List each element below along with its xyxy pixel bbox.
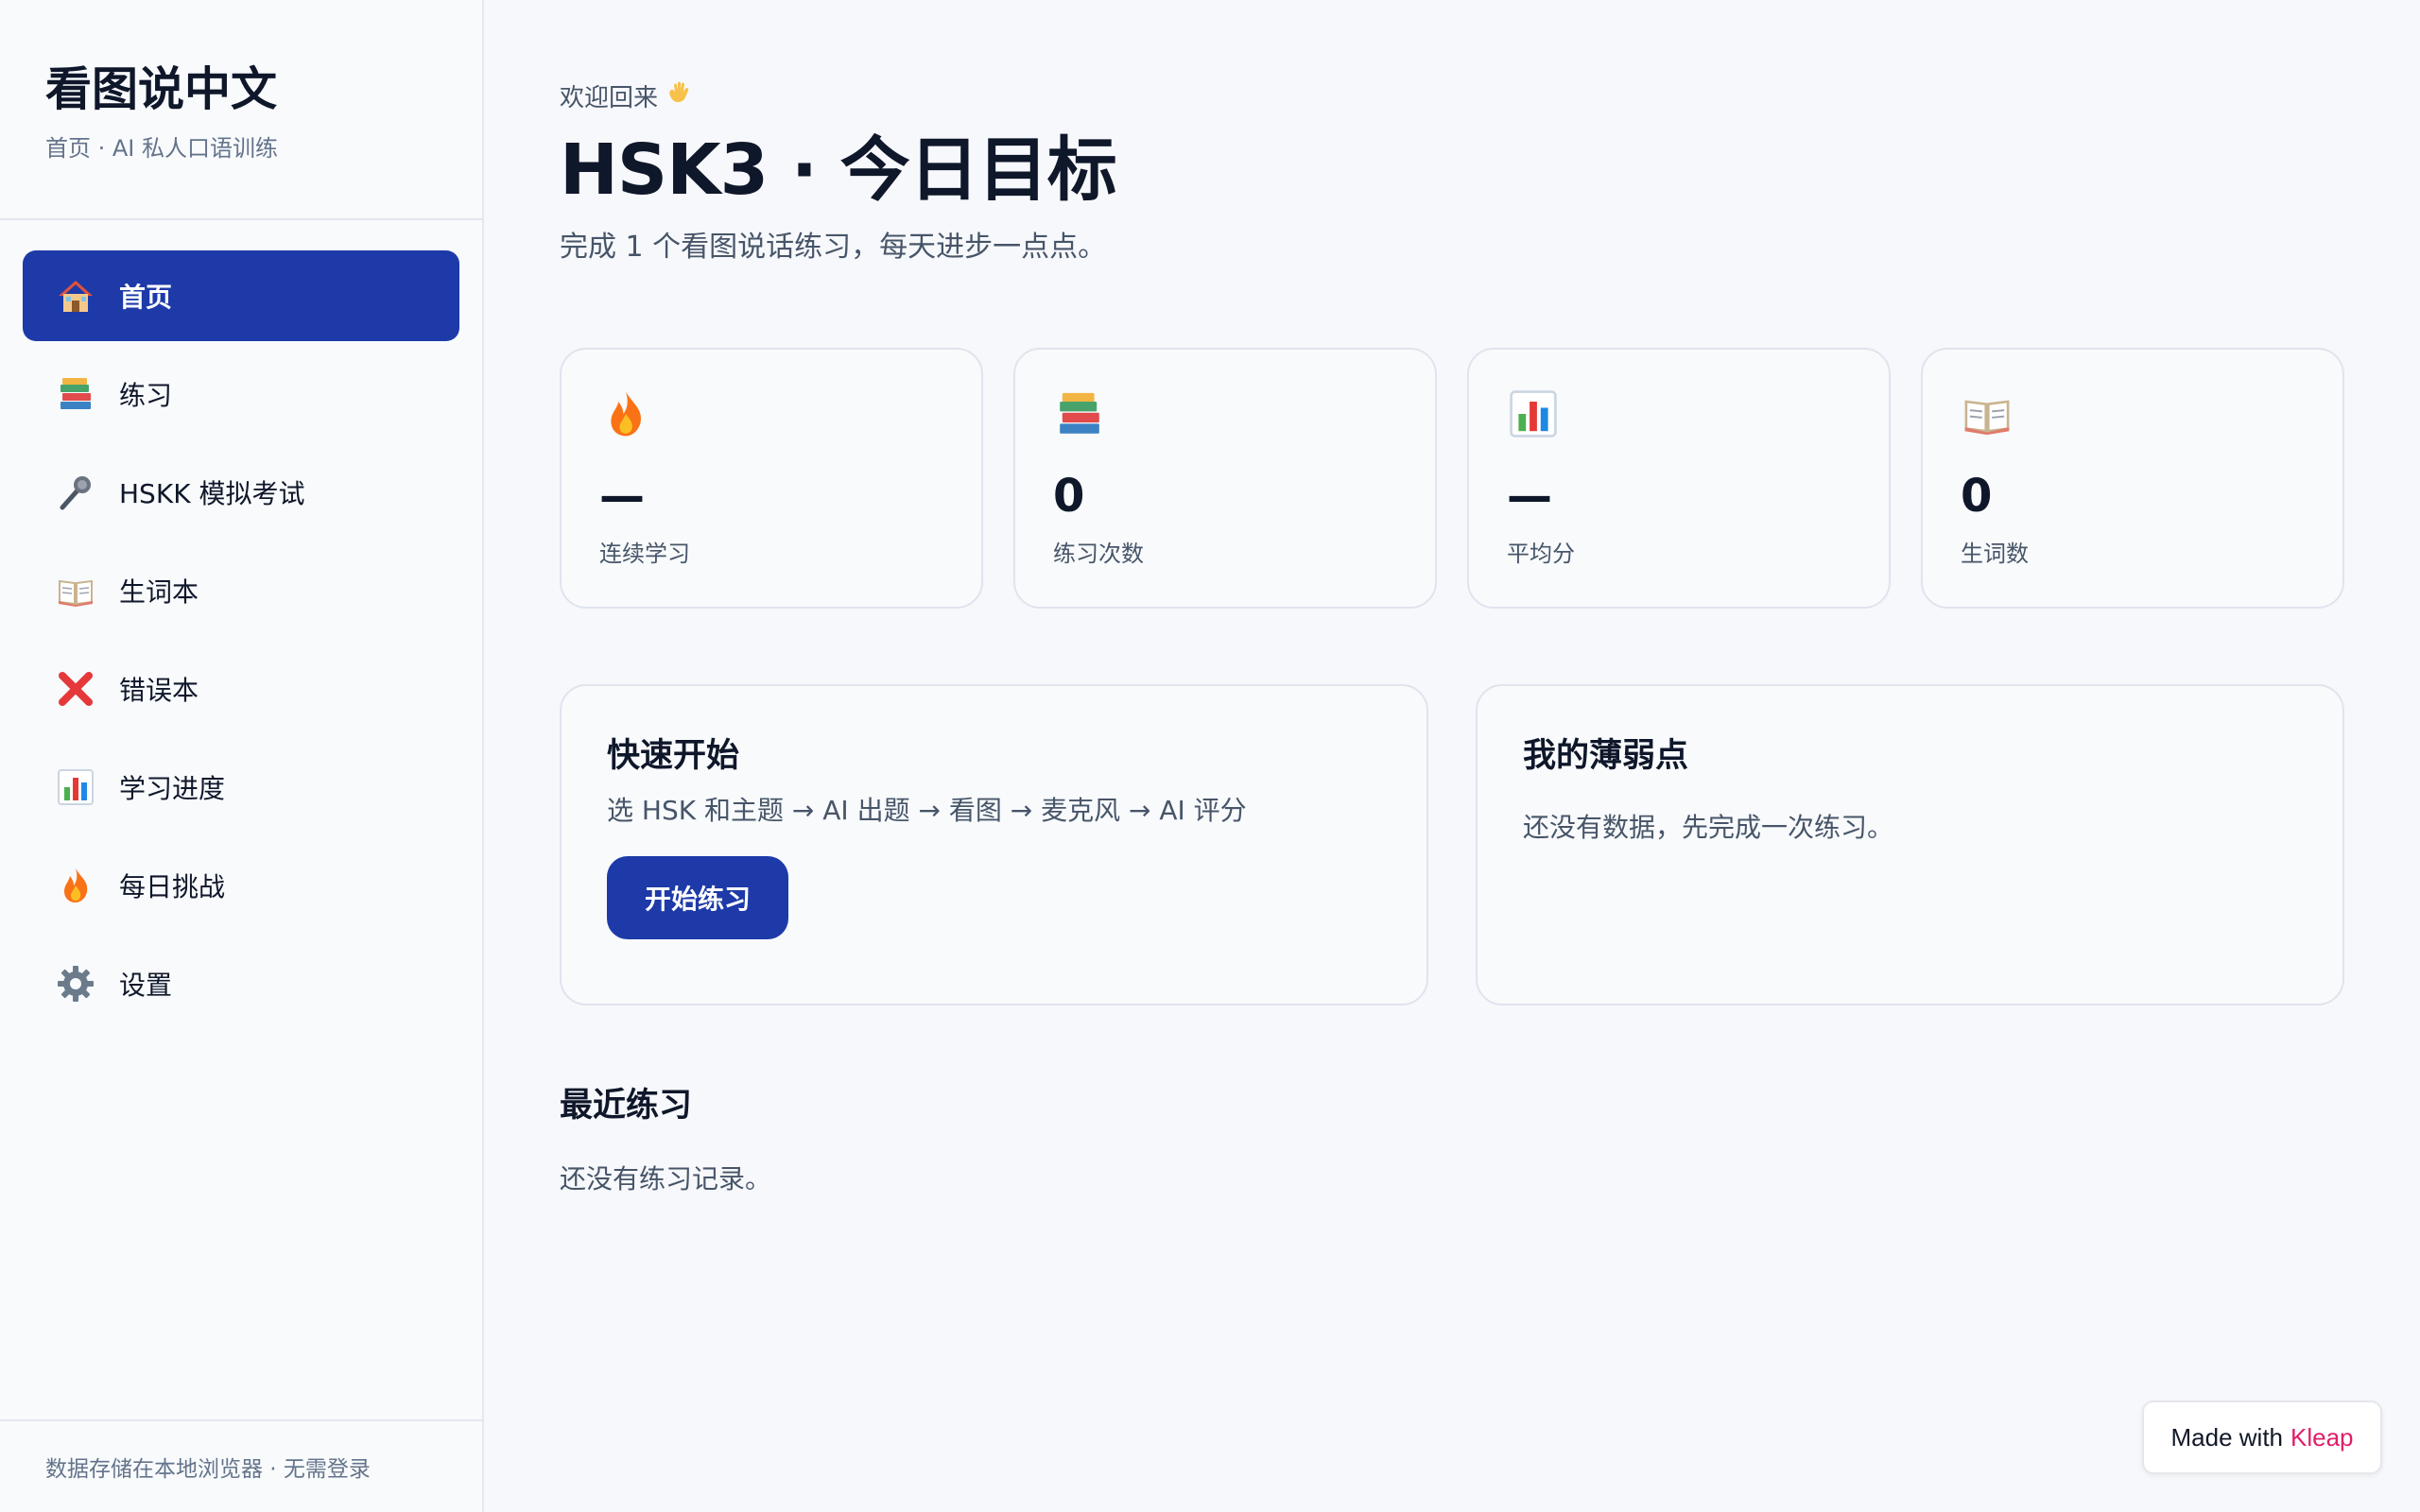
quick-start-steps: 选 HSK 和主题 → AI 出题 → 看图 → 麦克风 → AI 评分	[607, 795, 1247, 826]
weak-points-title: 我的薄弱点	[1523, 737, 1689, 775]
start-practice-button[interactable]: 开始练习	[607, 856, 788, 939]
stat-label: 平均分	[1507, 541, 1575, 567]
bar-chart-icon	[1507, 387, 1560, 440]
sidebar-item-label: HSKK 模拟考试	[119, 478, 305, 509]
stat-value: —	[1507, 470, 1552, 523]
sidebar-item-label: 首页	[119, 282, 173, 313]
stat-card-streak: — 连续学习	[560, 348, 983, 609]
quick-start-title: 快速开始	[607, 737, 740, 775]
stat-value: 0	[1053, 470, 1085, 523]
sidebar-item-hskk-exam[interactable]: HSKK 模拟考试	[23, 447, 459, 538]
fire-icon	[599, 387, 652, 440]
stat-card-vocab-count: 0 生词数	[1921, 348, 2344, 609]
house-icon	[55, 275, 96, 317]
made-with-badge[interactable]: Made with Kleap	[2142, 1400, 2382, 1474]
weak-points-panel: 我的薄弱点 还没有数据，先完成一次练习。	[1476, 684, 2344, 1005]
made-with-brand: Kleap	[2290, 1422, 2354, 1452]
sidebar-item-label: 错误本	[119, 675, 199, 706]
sidebar-item-label: 生词本	[119, 576, 199, 608]
sidebar-item-label: 设置	[119, 970, 173, 1001]
app-title: 看图说中文	[45, 62, 278, 116]
cross-mark-icon	[55, 668, 96, 710]
sidebar-item-settings[interactable]: 设置	[23, 938, 459, 1029]
recent-practice-section: 最近练习 还没有练习记录。	[560, 1085, 771, 1196]
page-subtitle: 完成 1 个看图说话练习，每天进步一点点。	[560, 231, 1107, 264]
welcome-line: 欢迎回来	[560, 79, 2344, 112]
panels-row: 快速开始 选 HSK 和主题 → AI 出题 → 看图 → 麦克风 → AI 评…	[560, 684, 2344, 1005]
stat-label: 生词数	[1961, 541, 2029, 567]
stat-label: 练习次数	[1053, 541, 1144, 567]
sidebar-item-label: 每日挑战	[119, 871, 226, 902]
gear-icon	[55, 963, 96, 1005]
stat-label: 连续学习	[599, 541, 690, 567]
stat-card-average-score: — 平均分	[1467, 348, 1891, 609]
sidebar-item-practice[interactable]: 练习	[23, 349, 459, 439]
stat-card-practice-count: 0 练习次数	[1013, 348, 1437, 609]
made-with-prefix: Made with	[2170, 1422, 2284, 1452]
stats-row: — 连续学习 0 练习次数 — 平均分 0 生词数	[560, 348, 2344, 609]
sidebar: 看图说中文 首页 · AI 私人口语训练 首页 练习 HSKK 模拟考试 生词本…	[0, 0, 484, 1512]
sidebar-item-label: 练习	[119, 380, 173, 411]
books-icon	[1053, 387, 1106, 440]
app: 看图说中文 首页 · AI 私人口语训练 首页 练习 HSKK 模拟考试 生词本…	[0, 0, 2420, 1512]
recent-practice-title: 最近练习	[560, 1087, 693, 1125]
weak-points-empty: 还没有数据，先完成一次练习。	[1523, 812, 1894, 843]
fire-icon	[55, 865, 96, 906]
open-book-icon	[1961, 387, 2014, 440]
microphone-icon	[55, 472, 96, 513]
app-subtitle: 首页 · AI 私人口语训练	[45, 135, 279, 162]
sidebar-item-mistakes[interactable]: 错误本	[23, 644, 459, 734]
sidebar-item-label: 学习进度	[119, 773, 226, 804]
waving-hand-icon	[666, 79, 692, 112]
sidebar-item-daily-challenge[interactable]: 每日挑战	[23, 840, 459, 931]
brand: 看图说中文 首页 · AI 私人口语训练	[0, 0, 482, 220]
page-title: HSK3 · 今日目标	[560, 129, 1117, 211]
main-content: 欢迎回来 HSK3 · 今日目标 完成 1 个看图说话练习，每天进步一点点。 —…	[560, 0, 2344, 1194]
recent-practice-empty: 还没有练习记录。	[560, 1163, 772, 1194]
sidebar-nav: 首页 练习 HSKK 模拟考试 生词本 错误本 学习进度 每日挑战 设置	[0, 220, 482, 1067]
quick-start-panel: 快速开始 选 HSK 和主题 → AI 出题 → 看图 → 麦克风 → AI 评…	[560, 684, 1428, 1005]
stat-value: 0	[1961, 470, 1993, 523]
stat-value: —	[599, 470, 645, 523]
sidebar-item-progress[interactable]: 学习进度	[23, 742, 459, 833]
sidebar-item-vocabulary[interactable]: 生词本	[23, 545, 459, 636]
books-icon	[55, 373, 96, 415]
open-book-icon	[55, 570, 96, 611]
bar-chart-icon	[55, 766, 96, 808]
sidebar-item-home[interactable]: 首页	[23, 250, 459, 341]
welcome-text: 欢迎回来	[560, 83, 659, 112]
sidebar-footer: 数据存储在本地浏览器 · 无需登录	[0, 1419, 482, 1512]
